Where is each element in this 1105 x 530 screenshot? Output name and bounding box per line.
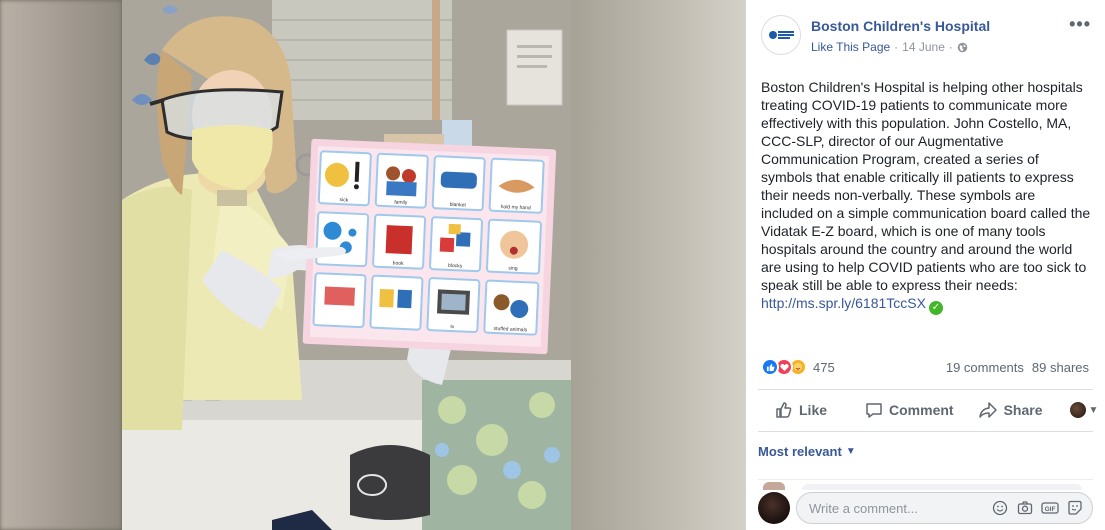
reaction-count: 475 (813, 359, 835, 375)
like-reaction-icon (761, 358, 779, 376)
check-circle-icon: ✓ (928, 301, 943, 315)
post-photo[interactable]: sick family blanket hold my hand book bl… (122, 0, 571, 530)
comment-sort-dropdown[interactable]: Most relevant ▼ (758, 444, 856, 459)
like-button[interactable]: Like (775, 401, 827, 419)
divider-bottom (758, 431, 1093, 432)
sticker-icon[interactable] (1064, 497, 1086, 519)
thumbs-up-icon (776, 402, 792, 418)
board-label-8: sing (508, 265, 518, 271)
engagement-counts: 19 comments 89 shares (946, 360, 1089, 375)
photo-viewer: sick family blanket hold my hand book bl… (0, 0, 746, 530)
share-label: Share (1003, 402, 1043, 418)
action-bar: Like Comment Share ▼ (758, 392, 1098, 428)
shares-count-link[interactable]: 89 shares (1032, 360, 1089, 375)
user-mini-avatar (1069, 402, 1086, 418)
viewer-background-left (0, 0, 122, 530)
divider-top (758, 389, 1093, 390)
comment-button[interactable]: Comment (865, 401, 954, 419)
reaction-identity-selector[interactable]: ▼ (1069, 402, 1099, 418)
comment-icon (866, 403, 882, 418)
post-date[interactable]: 14 June (902, 40, 945, 54)
comment-bubble (802, 484, 1082, 490)
avatar[interactable] (758, 492, 790, 524)
like-page-link[interactable]: Like This Page (811, 40, 890, 54)
page-avatar[interactable] (761, 15, 801, 55)
comment-preview (758, 479, 1093, 490)
post-body: Boston Children's Hospital is helping ot… (761, 78, 1091, 315)
post-options-button[interactable]: ••• (1069, 14, 1091, 35)
post-panel: Boston Children's Hospital Like This Pag… (746, 0, 1105, 530)
comment-sort-label: Most relevant (758, 444, 842, 459)
board-label-3: blanket (450, 202, 467, 209)
gif-icon[interactable]: GIF (1039, 497, 1061, 519)
share-button[interactable]: Share (978, 401, 1043, 419)
board-label-1: sick (339, 197, 348, 203)
like-label: Like (799, 402, 828, 418)
board-label-2: family (394, 199, 408, 206)
post-link[interactable]: http://ms.spr.ly/6181TccSX (761, 295, 926, 311)
photo-illustration: sick family blanket hold my hand book bl… (122, 0, 571, 530)
comments-count-link[interactable]: 19 comments (946, 360, 1024, 375)
board-label-7: blocks (448, 263, 463, 270)
page-name-link[interactable]: Boston Children's Hospital (811, 18, 990, 34)
commenter-avatar (763, 482, 785, 490)
board-label-6: book (393, 260, 405, 266)
comment-label: Comment (889, 402, 954, 418)
reactions-summary[interactable]: 475 (761, 358, 835, 376)
svg-text:GIF: GIF (1045, 506, 1056, 513)
chevron-down-icon: ▼ (1088, 404, 1099, 416)
meta-separator: · (894, 40, 899, 54)
comment-composer: GIF (758, 491, 1093, 525)
post-text: Boston Children's Hospital is helping ot… (761, 79, 1091, 293)
camera-icon[interactable] (1014, 497, 1036, 519)
globe-icon (957, 42, 968, 52)
emoji-icon[interactable] (989, 497, 1011, 519)
hospital-logo-icon (766, 20, 796, 50)
comment-input[interactable] (809, 500, 986, 516)
chevron-down-icon: ▼ (845, 446, 856, 457)
meta-separator-2: · (948, 40, 953, 54)
viewer-background-right (571, 0, 746, 530)
share-icon (978, 402, 997, 418)
comment-box: GIF (796, 492, 1093, 524)
post-meta: Like This Page · 14 June · (811, 40, 968, 54)
